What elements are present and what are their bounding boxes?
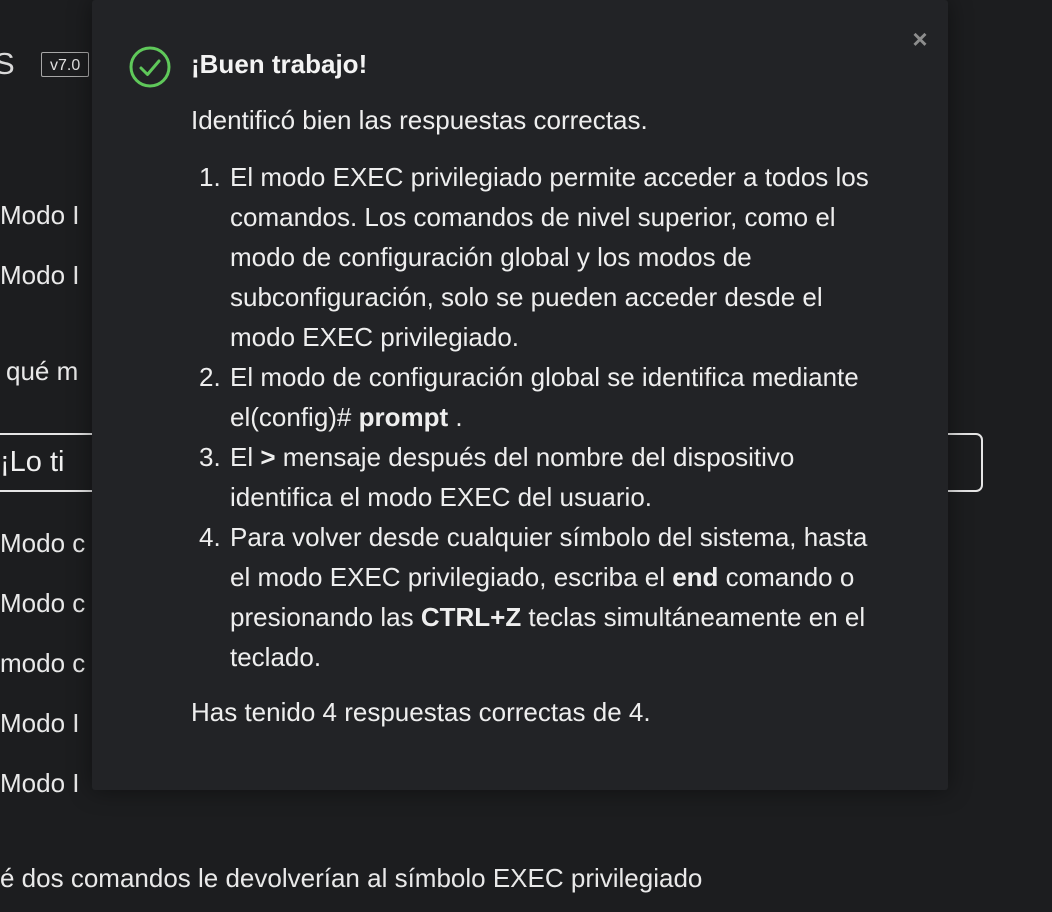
answer-option[interactable]: Modo I (0, 260, 80, 290)
item-text-post: mensaje después del nombre del dispositi… (230, 442, 795, 512)
item-number: 1. (199, 162, 221, 192)
item-keyword: > (260, 442, 276, 472)
answer-option[interactable]: Modo I (0, 200, 80, 230)
item-text-pre: El (230, 442, 261, 472)
item-text: El > mensaje después del nombre del disp… (230, 442, 794, 512)
explanation-item: 2. El modo de configuración global se id… (189, 357, 894, 437)
item-keyword: CTRL+Z (420, 602, 522, 632)
answer-feedback-text: ¡Lo ti (0, 446, 65, 478)
item-keyword: prompt (358, 402, 449, 432)
page-header-partial: S (0, 46, 15, 81)
item-text-post: . (448, 402, 463, 432)
question-text-partial: qué m (6, 356, 79, 386)
close-icon[interactable]: × (908, 26, 932, 52)
item-text: Para volver desde cualquier símbolo del … (230, 522, 867, 672)
answer-option[interactable]: Modo I (0, 768, 80, 798)
feedback-modal: × ¡Buen trabajo! Identificó bien las res… (92, 0, 948, 790)
modal-subtitle: Identificó bien las respuestas correctas… (191, 105, 648, 135)
answer-option[interactable]: Modo I (0, 708, 80, 738)
modal-title: ¡Buen trabajo! (191, 49, 368, 79)
answer-option[interactable]: Modo c (0, 588, 85, 618)
item-text: El modo EXEC privilegiado permite accede… (230, 162, 869, 352)
check-circle-icon (129, 46, 171, 88)
explanation-list: 1. El modo EXEC privilegiado permite acc… (189, 157, 894, 677)
answer-option[interactable]: modo c (0, 648, 85, 678)
answer-option[interactable]: Modo c (0, 528, 85, 558)
score-text: Has tenido 4 respuestas correctas de 4. (191, 697, 651, 727)
item-number: 2. (199, 362, 221, 392)
item-number: 3. (199, 442, 221, 472)
item-keyword: end (672, 562, 719, 592)
item-number: 4. (199, 522, 221, 552)
explanation-item: 4. Para volver desde cualquier símbolo d… (189, 517, 894, 677)
next-question-text: é dos comandos le devolverían al símbolo… (0, 863, 703, 893)
explanation-item: 1. El modo EXEC privilegiado permite acc… (189, 157, 894, 357)
explanation-item: 3. El > mensaje después del nombre del d… (189, 437, 894, 517)
version-badge: v7.0 (41, 52, 90, 77)
item-text-pre: El modo de configuración global se ident… (230, 362, 859, 432)
item-text: El modo de configuración global se ident… (230, 362, 859, 432)
